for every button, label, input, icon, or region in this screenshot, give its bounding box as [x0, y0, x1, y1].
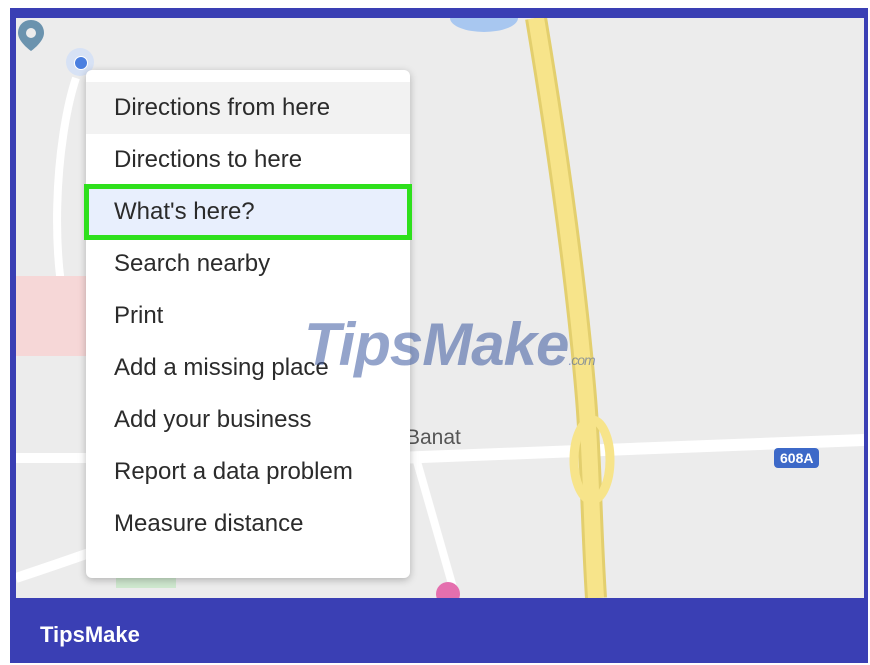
- watermark-logo: TipsMake.com: [304, 310, 596, 379]
- menu-item-report-data-problem[interactable]: Report a data problem: [86, 446, 410, 498]
- menu-item-directions-to-here[interactable]: Directions to here: [86, 134, 410, 186]
- menu-item-add-your-business[interactable]: Add your business: [86, 394, 410, 446]
- menu-item-measure-distance[interactable]: Measure distance: [86, 498, 410, 550]
- footer-brand: TipsMake: [40, 622, 140, 647]
- menu-item-directions-from-here[interactable]: Directions from here: [86, 82, 410, 134]
- menu-item-search-nearby[interactable]: Search nearby: [86, 238, 410, 290]
- menu-item-whats-here[interactable]: What's here?: [84, 184, 412, 240]
- map-canvas[interactable]: Banat 608A Directions from here Directio…: [16, 18, 864, 598]
- road-shield-badge: 608A: [774, 448, 820, 468]
- place-label[interactable]: Banat: [406, 426, 461, 450]
- watermark-suffix: .com: [568, 352, 595, 368]
- place-pin-icon[interactable]: [16, 18, 46, 52]
- watermark-text: TipsMake: [304, 311, 569, 378]
